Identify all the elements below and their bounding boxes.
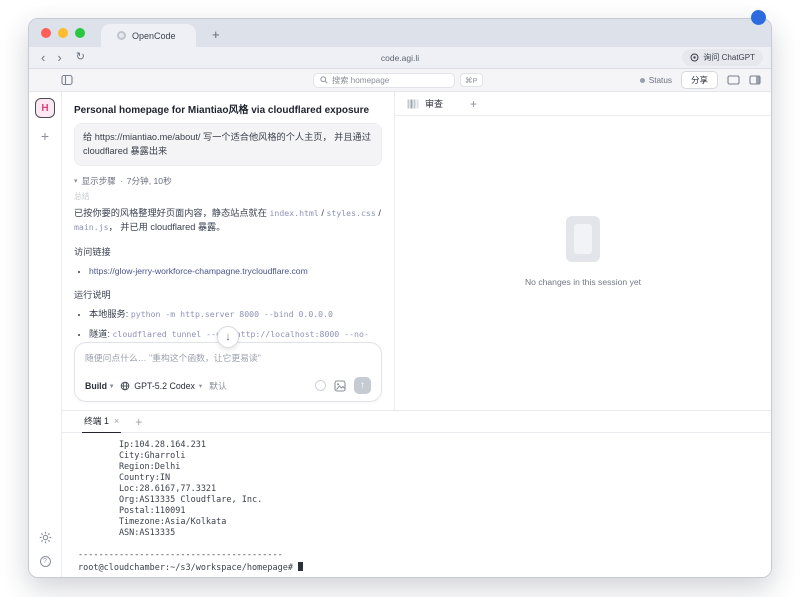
message-composer[interactable]: 随便问点什么… "重构这个函数，让它更易读" Build ▾ GPT-5.2 C… <box>74 342 382 402</box>
browser-navbar: ‹ › ↻ code.agi.li 询问 ChatGPT <box>29 47 771 69</box>
search-input[interactable] <box>332 76 448 85</box>
opencode-favicon-icon <box>117 31 126 40</box>
terminal-tab-bar: 终端 1 × + <box>62 411 771 433</box>
toolbar-right-group: Status 分享 <box>640 71 761 89</box>
session-rail: H + ? <box>29 92 61 577</box>
browser-tab-opencode[interactable]: OpenCode <box>101 24 196 47</box>
send-button[interactable]: ↑ <box>354 377 371 394</box>
browser-tab-bar: OpenCode + <box>29 19 771 47</box>
device-preview-icon[interactable] <box>727 75 740 85</box>
chevron-down-icon: ▾ <box>110 382 113 390</box>
window-controls <box>41 28 85 38</box>
list-item: https://glow-jerry-workforce-champagne.t… <box>89 264 382 278</box>
preset-selector[interactable]: 默认 <box>209 379 227 392</box>
user-message-bubble: 给 https://miantiao.me/about/ 写一个适合他风格的个人… <box>74 123 382 166</box>
show-steps-label: 显示步骤 <box>82 175 116 187</box>
terminal-panel: 终端 1 × + Ip:104.28.164.231 City:Gharroli… <box>62 410 771 577</box>
status-label: Status <box>649 76 672 85</box>
share-button[interactable]: 分享 <box>681 71 718 89</box>
empty-state-illustration <box>566 216 600 262</box>
chatgpt-icon <box>690 53 699 62</box>
code-main-js: main.js <box>74 222 109 232</box>
status-dot-icon <box>640 78 645 83</box>
trycloudflare-link[interactable]: https://glow-jerry-workforce-champagne.t… <box>89 266 308 276</box>
chat-panel: Personal homepage for Miantiao风格 via clo… <box>62 92 395 410</box>
search-area: ⌘P <box>313 73 483 88</box>
session-avatar[interactable]: H <box>35 98 55 118</box>
steps-separator: · <box>120 176 123 186</box>
help-icon[interactable]: ? <box>40 556 51 567</box>
run-heading: 运行说明 <box>74 287 382 301</box>
search-shortcut-badge: ⌘P <box>460 73 483 87</box>
links-list: https://glow-jerry-workforce-champagne.t… <box>74 264 382 278</box>
settings-gear-icon[interactable] <box>39 531 52 544</box>
tab-terminal-1[interactable]: 终端 1 × <box>82 410 121 433</box>
review-panel: 审查 + No changes in this session yet <box>395 92 771 410</box>
app-body: H + ? Personal homepage for Miantiao风格 v… <box>29 92 771 577</box>
search-icon <box>320 76 328 84</box>
links-heading: 访问链接 <box>74 244 382 258</box>
show-steps-toggle[interactable]: ▾ 显示步骤 · 7分钟, 10秒 <box>74 175 382 187</box>
zoom-window-button[interactable] <box>75 28 85 38</box>
browser-window: OpenCode + ‹ › ↻ code.agi.li 询问 ChatGPT <box>28 18 772 578</box>
panel-layout-icon[interactable] <box>749 75 761 85</box>
session-title: Personal homepage for Miantiao风格 via clo… <box>74 101 382 116</box>
split-view: Personal homepage for Miantiao风格 via clo… <box>62 92 771 410</box>
usage-ring-icon <box>315 380 326 391</box>
review-tab-bar: 审查 + <box>395 92 771 116</box>
composer-controls: Build ▾ GPT-5.2 Codex ▾ 默认 <box>85 377 371 394</box>
close-terminal-icon[interactable]: × <box>114 416 119 426</box>
terminal-cursor <box>298 562 303 571</box>
model-selector[interactable]: GPT-5.2 Codex ▾ <box>120 381 202 391</box>
chevron-down-icon: ▾ <box>74 177 78 185</box>
mode-selector[interactable]: Build ▾ <box>85 381 113 391</box>
diff-bars-icon <box>407 99 419 109</box>
steps-fade-label: 总结 <box>74 191 382 202</box>
status-indicator[interactable]: Status <box>640 76 672 85</box>
terminal-tab-label: 终端 1 <box>84 414 109 427</box>
model-icon <box>120 381 130 391</box>
review-tab-label: 审查 <box>425 97 443 110</box>
add-terminal-button[interactable]: + <box>135 415 142 429</box>
empty-state-text: No changes in this session yet <box>525 277 641 287</box>
minimize-window-button[interactable] <box>58 28 68 38</box>
new-session-button[interactable]: + <box>41 128 49 144</box>
terminal-output: Ip:104.28.164.231 City:Gharroli Region:D… <box>78 440 771 574</box>
scroll-to-bottom-button[interactable]: ↓ <box>217 326 239 348</box>
address-bar[interactable]: code.agi.li <box>29 53 771 63</box>
attach-image-icon[interactable] <box>334 380 346 392</box>
empty-state-inner-card <box>574 224 592 254</box>
close-window-button[interactable] <box>41 28 51 38</box>
ask-chatgpt-button[interactable]: 询问 ChatGPT <box>682 49 763 66</box>
sidebar-toggle-icon[interactable] <box>61 74 73 86</box>
steps-duration: 7分钟, 10秒 <box>127 175 172 187</box>
floating-blue-button[interactable] <box>751 10 766 25</box>
main-content: Personal homepage for Miantiao风格 via clo… <box>61 92 771 577</box>
code-local-server: python -m http.server 8000 --bind 0.0.0.… <box>131 309 333 319</box>
code-index-html: index.html <box>270 208 319 218</box>
chevron-down-icon: ▾ <box>199 382 202 390</box>
browser-tab-title: OpenCode <box>132 31 176 41</box>
add-review-tab-button[interactable]: + <box>470 97 477 111</box>
ask-chatgpt-label: 询问 ChatGPT <box>703 52 755 63</box>
list-item: 本地服务: python -m http.server 8000 --bind … <box>89 307 382 321</box>
terminal-output-area[interactable]: Ip:104.28.164.231 City:Gharroli Region:D… <box>62 433 771 577</box>
tab-review[interactable]: 审查 <box>407 97 443 110</box>
review-empty-state: No changes in this session yet <box>395 116 771 410</box>
assistant-answer: 已按你要的风格整理好页面内容，静态站点就在 index.html / style… <box>74 206 382 235</box>
search-field[interactable] <box>313 73 455 88</box>
rail-bottom-group: ? <box>39 531 52 567</box>
arrow-down-icon: ↓ <box>225 331 231 343</box>
composer-right-group: ↑ <box>315 377 371 394</box>
arrow-up-icon: ↑ <box>360 380 365 391</box>
new-browser-tab-button[interactable]: + <box>212 27 220 42</box>
composer-placeholder[interactable]: 随便问点什么… "重构这个函数，让它更易读" <box>85 351 371 364</box>
code-styles-css: styles.css <box>326 208 375 218</box>
app-toolbar: ⌘P Status 分享 <box>29 69 771 92</box>
